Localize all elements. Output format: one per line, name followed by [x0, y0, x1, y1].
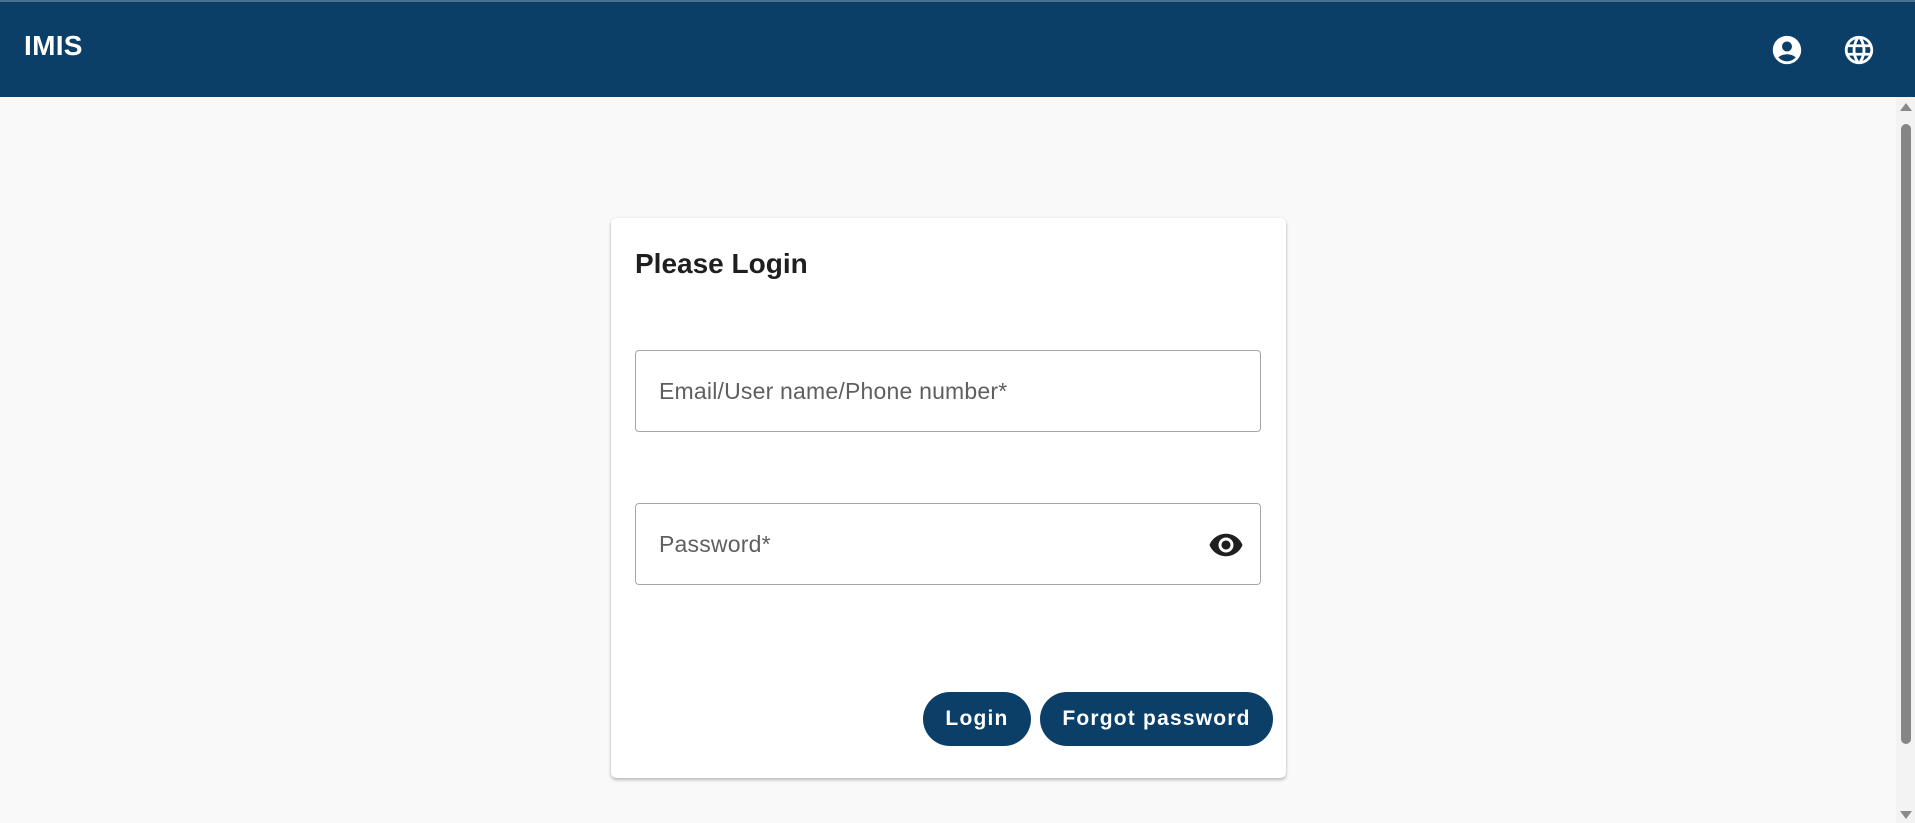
language-icon-button[interactable] — [1842, 33, 1876, 67]
forgot-password-button[interactable]: Forgot password — [1040, 692, 1273, 746]
app-root: IMIS Please Login Login Forgot pa — [0, 0, 1915, 823]
login-button[interactable]: Login — [923, 692, 1031, 746]
scrollbar-thumb[interactable] — [1901, 124, 1911, 744]
scroll-up-arrow-icon[interactable] — [1900, 103, 1912, 111]
password-input[interactable] — [636, 504, 1260, 584]
globe-icon — [1844, 35, 1874, 65]
username-input[interactable] — [636, 351, 1260, 431]
page-scrollbar[interactable] — [1896, 97, 1915, 823]
scroll-down-arrow-icon[interactable] — [1900, 811, 1912, 819]
account-icon-button[interactable] — [1770, 33, 1804, 67]
password-field[interactable] — [635, 503, 1261, 585]
login-card: Please Login Login Forgot password — [611, 218, 1286, 778]
eye-icon — [1209, 533, 1243, 557]
login-title: Please Login — [635, 248, 808, 279]
app-header: IMIS — [0, 2, 1915, 97]
toggle-password-visibility-button[interactable] — [1208, 528, 1244, 562]
username-field[interactable] — [635, 350, 1261, 432]
app-title: IMIS — [24, 30, 83, 61]
account-circle-icon — [1772, 35, 1802, 65]
